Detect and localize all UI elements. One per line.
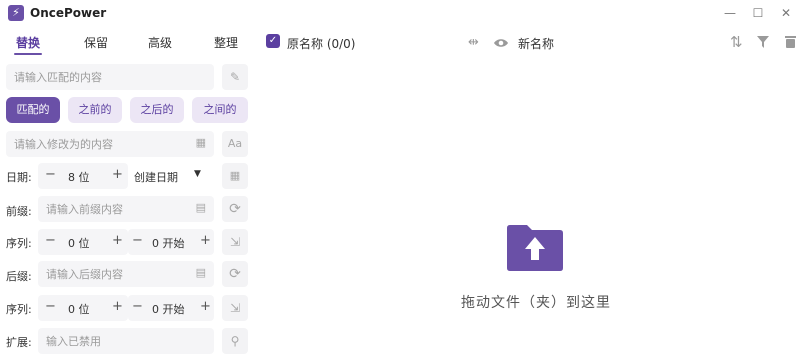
maximize-button[interactable]: ☐ [746, 4, 770, 22]
user-icon[interactable]: ⚲ [222, 328, 248, 354]
prefix-start-stepper[interactable]: − 0 开始 + [128, 229, 214, 255]
prefix-digits-stepper[interactable]: − 0 位 + [38, 229, 128, 255]
match-input[interactable]: 请输入匹配的内容 [6, 64, 214, 90]
refresh-icon[interactable]: ⟳ [222, 196, 248, 222]
suffix-sequence-label: 序列: [6, 303, 32, 316]
date-digits-stepper[interactable]: − 8 位 + [38, 163, 128, 189]
suffix-digits-stepper[interactable]: − 0 位 + [38, 295, 128, 321]
calendar-icon[interactable]: ▦ [196, 136, 206, 149]
tab-organize[interactable]: 整理 [214, 34, 238, 51]
original-name-header: 原名称 (0/0) [287, 37, 356, 51]
plus-icon[interactable]: + [112, 233, 123, 248]
refresh-icon[interactable]: ⟳ [222, 261, 248, 287]
plus-icon[interactable]: + [200, 299, 211, 314]
app-logo-icon: ⚡ [8, 5, 24, 21]
date-label: 日期: [6, 171, 32, 184]
minus-icon[interactable]: − [132, 299, 143, 314]
trash-icon[interactable] [785, 35, 796, 51]
prefix-input[interactable]: 请输入前缀内容 ▤ [38, 196, 214, 222]
plus-icon[interactable]: + [112, 299, 123, 314]
select-all-checkbox[interactable]: ✓ [266, 34, 280, 48]
calendar-icon[interactable]: ▦ [222, 163, 248, 189]
mode-before-button[interactable]: 之前的 [68, 97, 122, 123]
preview-eye-icon[interactable] [493, 37, 509, 52]
date-type-select[interactable]: 创建日期 ▼ [134, 163, 212, 189]
folder-upload-icon[interactable] [505, 222, 565, 272]
modify-input[interactable]: 请输入修改为的内容 ▦ [6, 131, 214, 157]
mode-match-button[interactable]: 匹配的 [6, 97, 60, 123]
compare-icon[interactable]: ⇹ [468, 35, 479, 50]
drop-zone-text: 拖动文件（夹）到这里 [461, 295, 611, 311]
new-name-header: 新名称 [518, 37, 555, 51]
extension-label: 扩展: [6, 336, 32, 349]
tab-keep[interactable]: 保留 [84, 34, 108, 51]
minus-icon[interactable]: − [45, 233, 56, 248]
tab-advanced[interactable]: 高级 [148, 34, 172, 51]
suffix-start-stepper[interactable]: − 0 开始 + [128, 295, 214, 321]
minimize-button[interactable]: — [718, 4, 742, 22]
tab-replace[interactable]: 替换 [16, 34, 40, 51]
reorder-icon[interactable]: ⇲ [222, 295, 248, 321]
sort-icon[interactable]: ⇅ [730, 33, 743, 51]
chevron-down-icon: ▼ [194, 169, 201, 179]
mode-after-button[interactable]: 之后的 [130, 97, 184, 123]
minus-icon[interactable]: − [132, 233, 143, 248]
plus-icon[interactable]: + [112, 167, 123, 182]
title-bar: ⚡ OncePower — ☐ ✕ [0, 0, 800, 28]
prefix-label: 前缀: [6, 205, 32, 218]
reorder-icon[interactable]: ⇲ [222, 229, 248, 255]
file-icon[interactable]: ▤ [196, 201, 206, 214]
tab-active-indicator [14, 53, 42, 55]
app-title: OncePower [30, 6, 107, 20]
case-icon[interactable]: Aa [222, 131, 248, 157]
suffix-label: 后缀: [6, 270, 32, 283]
close-button[interactable]: ✕ [774, 4, 798, 22]
file-icon[interactable]: ▤ [196, 266, 206, 279]
prefix-sequence-label: 序列: [6, 237, 32, 250]
extension-input[interactable]: 输入已禁用 [38, 328, 214, 354]
filter-icon[interactable] [757, 36, 769, 51]
mode-between-button[interactable]: 之间的 [192, 97, 248, 123]
suffix-input[interactable]: 请输入后缀内容 ▤ [38, 261, 214, 287]
minus-icon[interactable]: − [45, 299, 56, 314]
minus-icon[interactable]: − [45, 167, 56, 182]
plus-icon[interactable]: + [200, 233, 211, 248]
pencil-icon[interactable]: ✎ [222, 64, 248, 90]
